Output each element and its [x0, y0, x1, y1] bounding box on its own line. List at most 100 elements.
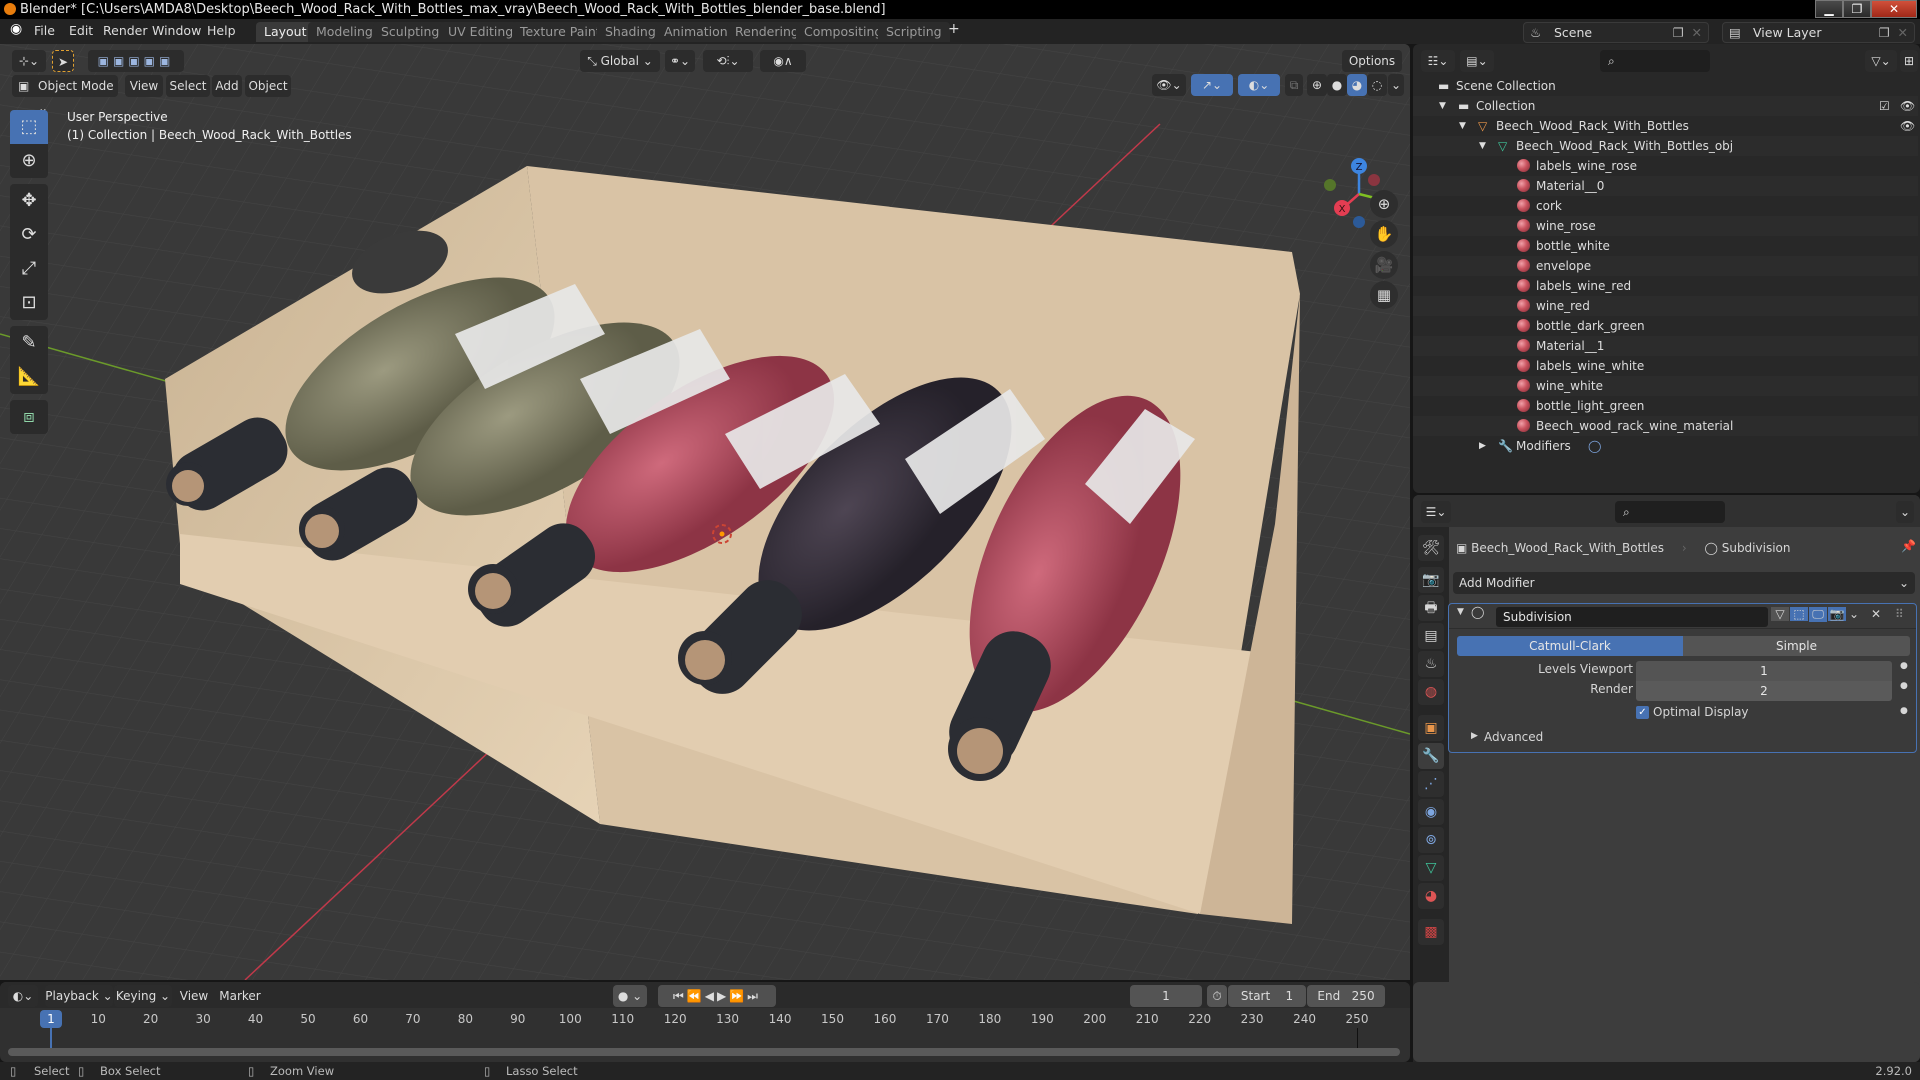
advanced-subpanel[interactable]: Advanced	[1484, 730, 1543, 744]
close-button[interactable]: ✕	[1871, 0, 1917, 18]
object-mode-dropdown[interactable]: ▣ Object Mode ⌄	[12, 75, 118, 115]
edit-mode-toggle[interactable]: ▽	[1771, 607, 1789, 621]
tab-layout[interactable]: Layout	[256, 22, 315, 42]
outliner-row-modifiers[interactable]: ▶ 🔧 Modifiers ◯	[1413, 436, 1918, 456]
output-properties-tab[interactable]: 🖶	[1418, 595, 1444, 621]
properties-editor-type[interactable]: ☰⌄	[1421, 501, 1451, 523]
menu-help[interactable]: Help	[207, 23, 236, 38]
delete-view-layer-icon[interactable]: ✕	[1898, 23, 1908, 42]
snapping-toggle[interactable]: ⟲⫶⌄	[703, 50, 753, 72]
outliner-display-mode[interactable]: ▤⌄	[1460, 50, 1494, 72]
outliner-row-material[interactable]: wine_rose	[1413, 216, 1918, 236]
subdivision-modifier-icon[interactable]: ◯	[1588, 436, 1601, 456]
menu-render[interactable]: Render	[103, 23, 148, 38]
view-layer-selector[interactable]: ▤ View Layer ❐ ✕	[1722, 22, 1915, 43]
camera-view-button[interactable]: 🎥	[1370, 251, 1398, 279]
outliner-row-material[interactable]: bottle_light_green	[1413, 396, 1918, 416]
select-tool-mode[interactable]: ➤	[52, 50, 74, 72]
tab-modeling[interactable]: Modeling	[308, 22, 381, 42]
viewport-scene[interactable]: Z X Y	[0, 44, 1410, 980]
transform-orientation-dropdown[interactable]: ⤡ Global ⌄	[580, 50, 660, 72]
select-box-tool[interactable]: ⬚	[10, 110, 48, 144]
on-cage-toggle[interactable]: ⬚	[1790, 607, 1808, 621]
properties-options-dropdown[interactable]: ⌄	[1896, 501, 1914, 523]
expand-arrow-icon[interactable]: ▼	[1439, 96, 1446, 116]
rotate-tool[interactable]: ⟳	[10, 218, 48, 252]
outliner-row-mesh[interactable]: ▼ ▽ Beech_Wood_Rack_With_Bottles_obj	[1413, 136, 1918, 156]
visibility-eye-icon[interactable]: 👁	[1900, 116, 1915, 136]
object-properties-tab[interactable]: ▣	[1418, 715, 1444, 741]
simple-button[interactable]: Simple	[1683, 636, 1910, 656]
collapse-arrow-icon[interactable]: ▼	[1457, 607, 1464, 617]
maximize-button[interactable]: ❐	[1843, 0, 1871, 18]
modifier-properties-tab[interactable]: 🔧	[1418, 743, 1444, 769]
visibility-dropdown[interactable]: 👁⌄	[1152, 74, 1186, 96]
texture-properties-tab[interactable]: ▩	[1418, 919, 1444, 945]
scene-properties-tab[interactable]: ♨	[1418, 651, 1444, 677]
outliner-row-collection[interactable]: ▼ ▬ Collection ☑ 👁	[1413, 96, 1918, 116]
playback-controls[interactable]: ⏮⏪◀▶⏩⏭	[658, 985, 776, 1007]
visibility-eye-icon[interactable]: 👁	[1900, 96, 1915, 116]
outliner-row-material[interactable]: bottle_white	[1413, 236, 1918, 256]
render-properties-tab[interactable]: 📷	[1418, 567, 1444, 593]
show-viewport-toggle[interactable]: 🖵	[1809, 607, 1827, 622]
shading-wireframe-button[interactable]: ⊕	[1307, 74, 1327, 96]
preview-range-toggle[interactable]: ⏱	[1207, 985, 1227, 1007]
timeline-scrollbar[interactable]	[8, 1048, 1400, 1056]
pin-icon[interactable]: 📌	[1901, 539, 1916, 553]
outliner-row-material[interactable]: labels_wine_white	[1413, 356, 1918, 376]
outliner-row-object[interactable]: ▼ ▽ Beech_Wood_Rack_With_Bottles 👁	[1413, 116, 1918, 136]
tab-sculpting[interactable]: Sculpting	[373, 22, 448, 42]
menu-file[interactable]: File	[34, 23, 55, 38]
constraints-properties-tab[interactable]: ⊚	[1418, 827, 1444, 853]
zoom-view-button[interactable]: ⊕	[1370, 190, 1398, 218]
outliner-row-material[interactable]: Material__1	[1413, 336, 1918, 356]
drag-handle[interactable]: ⠿	[1895, 607, 1904, 621]
outliner-row-material[interactable]: envelope	[1413, 256, 1918, 276]
annotate-tool[interactable]: ✎	[10, 326, 48, 360]
shading-rendered-button[interactable]: ◌	[1367, 74, 1387, 96]
pan-view-button[interactable]: ✋	[1370, 220, 1398, 248]
view-layer-properties-tab[interactable]: ▤	[1418, 623, 1444, 649]
outliner-row-scene-collection[interactable]: ▬ Scene Collection	[1413, 76, 1918, 96]
remove-modifier-button[interactable]: ✕	[1871, 607, 1881, 621]
playback-dropdown[interactable]: Playback ⌄	[45, 985, 113, 1007]
expand-arrow-icon[interactable]: ▼	[1459, 116, 1466, 136]
tab-uv-editing[interactable]: UV Editing	[440, 22, 522, 42]
shading-solid-button[interactable]: ●	[1327, 74, 1347, 96]
tab-shading[interactable]: Shading	[597, 22, 664, 42]
show-render-toggle[interactable]: 📷	[1828, 607, 1846, 621]
optimal-display-checkbox[interactable]: ✓	[1636, 706, 1649, 719]
shading-options-dropdown[interactable]: ⌄	[1388, 74, 1404, 96]
outliner-filter-dropdown[interactable]: ▽⌄	[1865, 50, 1897, 72]
outliner-row-material[interactable]: wine_red	[1413, 296, 1918, 316]
tab-scripting[interactable]: Scripting	[878, 22, 950, 42]
menu-object[interactable]: Object	[245, 75, 291, 97]
render-levels-field[interactable]: 2	[1636, 681, 1892, 701]
timeline-editor-type[interactable]: ◐⌄	[8, 985, 38, 1007]
menu-edit[interactable]: Edit	[69, 23, 93, 38]
menu-window[interactable]: Window	[152, 23, 201, 38]
ortho-toggle-button[interactable]: ▦	[1370, 281, 1398, 309]
gizmo-toggle[interactable]: ↗⌄	[1191, 74, 1233, 96]
transform-tool[interactable]: ⊡	[10, 286, 48, 320]
outliner-row-material[interactable]: labels_wine_red	[1413, 276, 1918, 296]
selection-mode-buttons[interactable]: ▣▣▣▣▣	[88, 50, 184, 72]
expand-arrow-icon[interactable]: ▶	[1479, 436, 1486, 456]
physics-properties-tab[interactable]: ◉	[1418, 799, 1444, 825]
levels-viewport-field[interactable]: 1	[1636, 661, 1892, 681]
scale-tool[interactable]: ⤢	[10, 252, 48, 286]
data-properties-tab[interactable]: ▽	[1418, 855, 1444, 881]
menu-view[interactable]: View	[125, 75, 163, 97]
tab-texture-paint[interactable]: Texture Paint	[512, 22, 609, 42]
outliner-row-material[interactable]: labels_wine_rose	[1413, 156, 1918, 176]
xray-toggle[interactable]: ⧉	[1285, 74, 1303, 96]
pivot-point-dropdown[interactable]: ⚭⌄	[665, 50, 695, 72]
tab-animation[interactable]: Animation	[656, 22, 736, 42]
add-workspace-button[interactable]: +	[948, 21, 960, 37]
outliner-editor-type[interactable]: ☷⌄	[1421, 50, 1455, 72]
add-modifier-dropdown[interactable]: Add Modifier ⌄	[1453, 572, 1915, 594]
overlays-toggle[interactable]: ◐⌄	[1238, 74, 1280, 96]
scene-selector[interactable]: ♨ Scene ❐ ✕	[1523, 22, 1709, 43]
start-frame-field[interactable]: Start 1	[1228, 985, 1306, 1007]
